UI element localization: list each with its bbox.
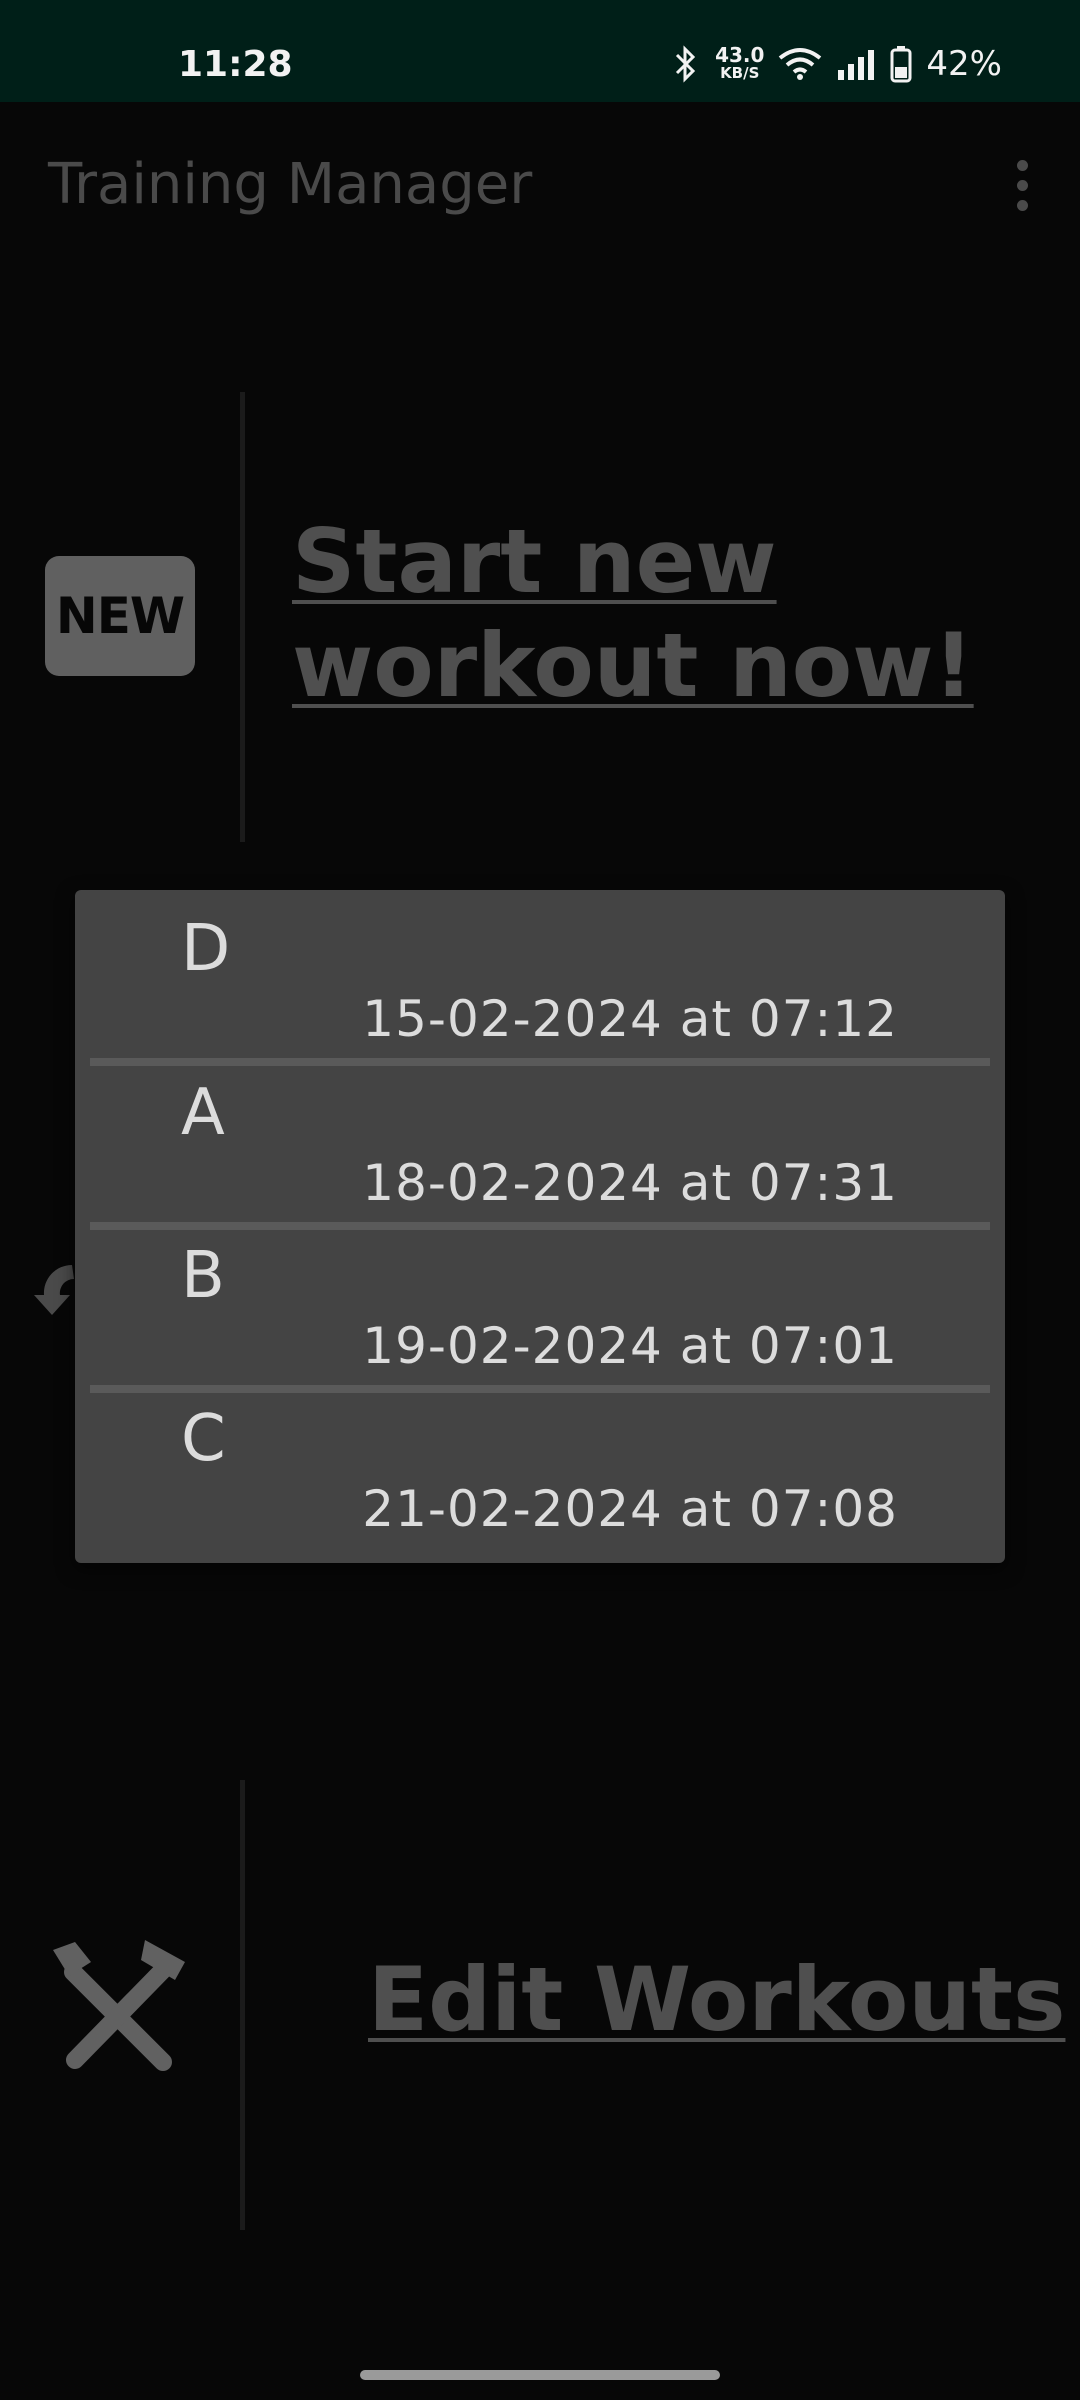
- signal-icon: [838, 50, 875, 80]
- workout-date: 19-02-2024 at 07:01: [362, 1317, 898, 1375]
- popup-list-item[interactable]: B 19-02-2024 at 07:01: [75, 1217, 1005, 1377]
- workout-date: 21-02-2024 at 07:08: [362, 1480, 898, 1538]
- popup-list-item[interactable]: A 18-02-2024 at 07:31: [75, 1054, 1005, 1214]
- status-icons: 43.0 KB/S 42%: [671, 44, 1002, 84]
- bluetooth-icon: [676, 45, 696, 83]
- app-title: Training Manager: [48, 152, 533, 217]
- network-speed-unit: KB/S: [720, 64, 760, 82]
- edit-workouts-link[interactable]: Edit Workouts: [368, 1948, 1065, 2052]
- home-indicator[interactable]: [360, 2370, 720, 2380]
- status-bar: 11:28 43.0 KB/S 42%: [0, 0, 1080, 102]
- workout-name: D: [181, 912, 231, 986]
- workout-name: B: [181, 1239, 225, 1313]
- workout-name: C: [181, 1402, 226, 1476]
- workout-name: A: [181, 1076, 225, 1150]
- wifi-icon: [779, 48, 822, 80]
- start-new-workout-link[interactable]: Start new workout now!: [292, 510, 992, 718]
- new-badge-icon[interactable]: NEW: [45, 556, 195, 676]
- network-speed-value: 43.0: [715, 43, 765, 67]
- overflow-menu-icon[interactable]: [1002, 156, 1042, 216]
- workout-date: 15-02-2024 at 07:12: [362, 990, 898, 1048]
- edit-section-divider: [240, 1780, 245, 2230]
- battery-percent: 42%: [926, 44, 1002, 84]
- popup-list-item[interactable]: D 15-02-2024 at 07:12: [75, 890, 1005, 1050]
- battery-icon: [890, 46, 912, 83]
- status-time: 11:28: [178, 44, 293, 85]
- workout-history-popup: D 15-02-2024 at 07:12 A 18-02-2024 at 07…: [75, 890, 1005, 1563]
- app-bar: Training Manager: [0, 102, 1080, 272]
- popup-list-item[interactable]: C 21-02-2024 at 07:08: [75, 1380, 1005, 1540]
- workout-date: 18-02-2024 at 07:31: [362, 1154, 898, 1212]
- start-section-divider: [240, 392, 245, 842]
- network-speed: 43.0 KB/S: [715, 43, 765, 82]
- tools-icon[interactable]: [45, 1932, 195, 2082]
